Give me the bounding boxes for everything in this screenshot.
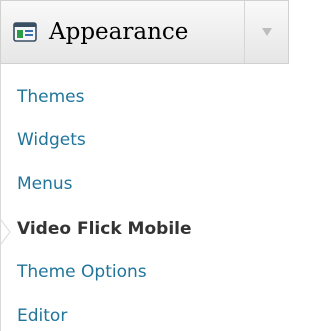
submenu-item-theme-options[interactable]: Theme Options xyxy=(17,262,147,282)
appearance-menu-header[interactable]: Appearance xyxy=(0,0,289,64)
current-item-arrow-icon xyxy=(1,220,11,244)
submenu-item-editor[interactable]: Editor xyxy=(17,306,67,326)
arrow-down-icon xyxy=(261,28,272,36)
menu-toggle-button[interactable] xyxy=(244,1,288,63)
appearance-menu-title: Appearance xyxy=(49,18,189,45)
submenu-item-widgets[interactable]: Widgets xyxy=(17,130,86,150)
submenu-item-themes[interactable]: Themes xyxy=(17,87,85,107)
appearance-submenu: Themes Widgets Menus Video Flick Mobile … xyxy=(0,64,289,331)
submenu-item-video-flick-mobile[interactable]: Video Flick Mobile xyxy=(17,219,192,239)
submenu-item-menus[interactable]: Menus xyxy=(17,174,73,194)
appearance-icon xyxy=(12,21,38,43)
